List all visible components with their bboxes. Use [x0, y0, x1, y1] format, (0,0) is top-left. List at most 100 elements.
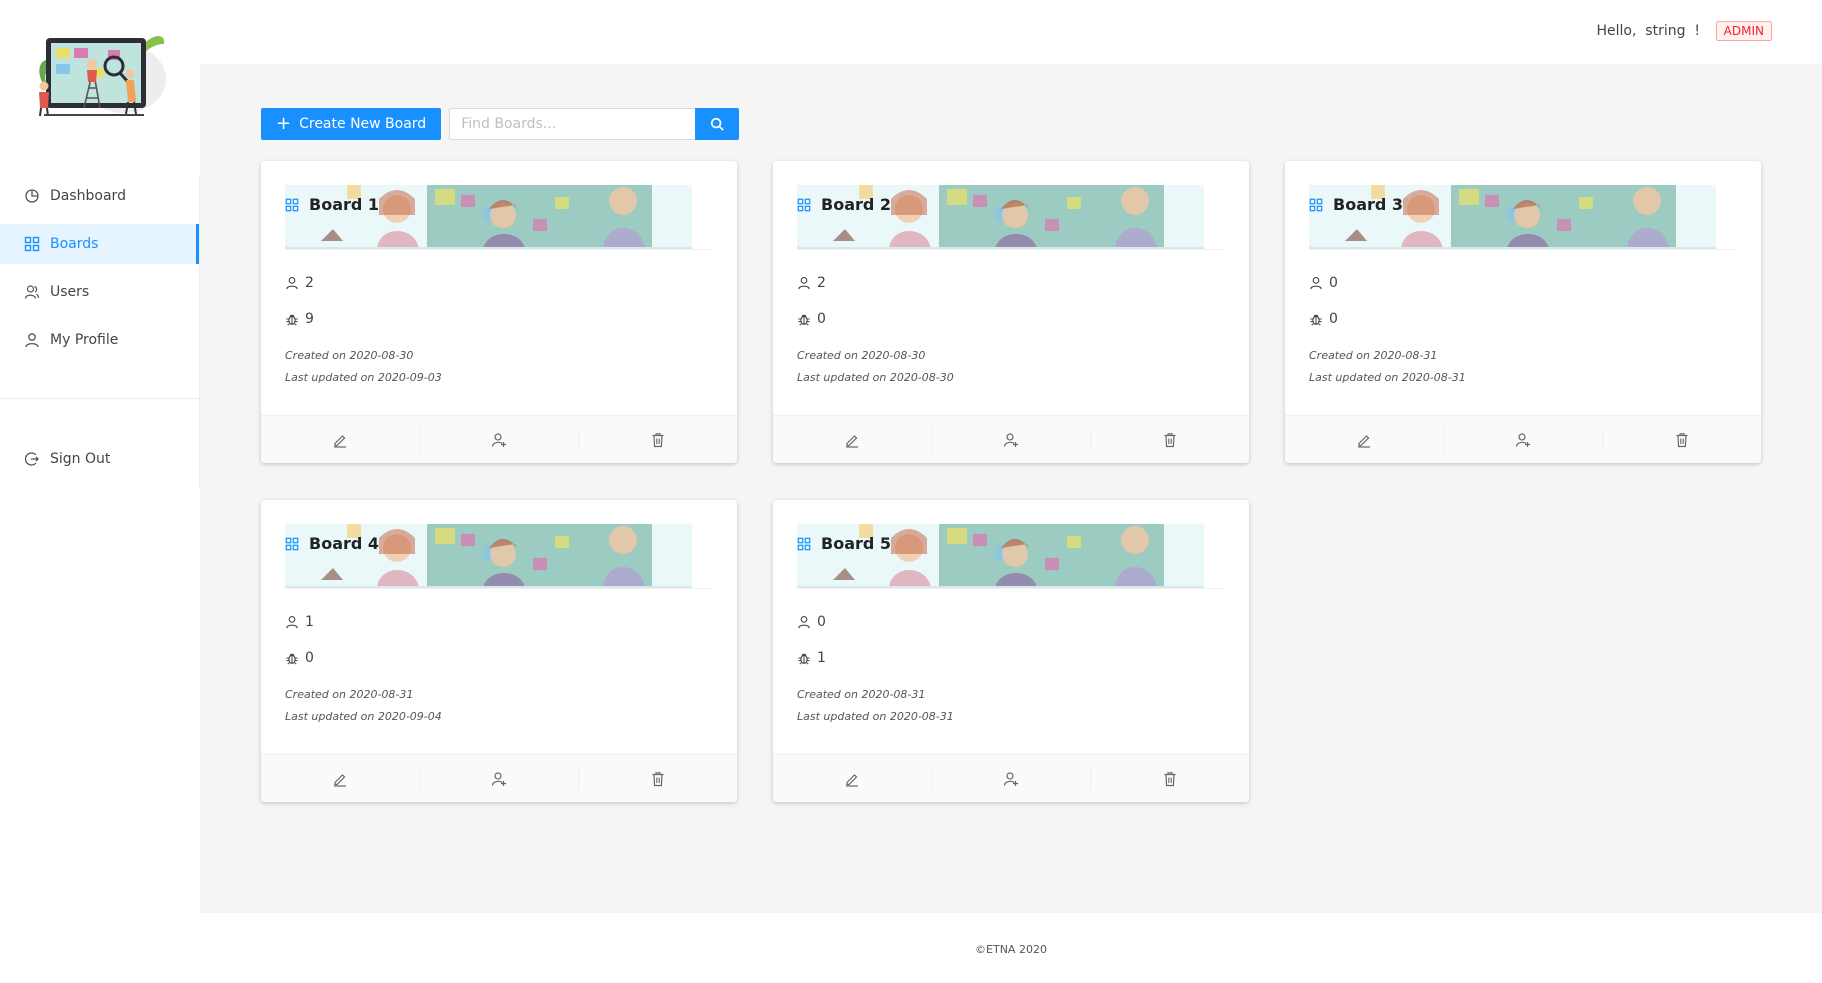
edit-icon [332, 771, 348, 787]
role-badge: ADMIN [1715, 21, 1772, 41]
bug-count: 1 [797, 650, 826, 666]
sign-out-label: Sign Out [50, 451, 111, 467]
bug-icon [285, 312, 299, 326]
bug-icon [797, 312, 811, 326]
board-title-text: Board 3 [1333, 195, 1404, 214]
manage-members-button[interactable] [931, 755, 1091, 802]
manage-members-button[interactable] [1443, 416, 1603, 463]
updated-date: Last updated on 2020-08-31 [1309, 371, 1466, 384]
bug-icon [1309, 312, 1323, 326]
member-count-value: 2 [817, 275, 826, 291]
sidebar-divider [0, 398, 199, 399]
appstore-icon [285, 537, 299, 551]
board-title: Board 3 [1309, 195, 1403, 214]
search-icon [711, 117, 724, 131]
sidebar-menu: Dashboard Boards Users My Profile Sign O… [0, 176, 200, 487]
card-actions [773, 415, 1249, 463]
delete-board-button[interactable] [578, 755, 737, 802]
card-actions [773, 754, 1249, 802]
board-title-text: Board 5 [821, 534, 892, 553]
user-add-icon [491, 771, 507, 787]
bug-count-value: 1 [817, 650, 826, 666]
board-card[interactable]: Board 3 0 0 Created on 2020-08-31 Last u… [1285, 161, 1761, 463]
board-card[interactable]: Board 2 2 0 Created on 2020-08-30 Last u… [773, 161, 1249, 463]
delete-icon [1674, 432, 1690, 448]
app-logo [24, 24, 174, 128]
edit-icon [1356, 432, 1372, 448]
edit-board-button[interactable] [773, 416, 932, 463]
user-add-icon [1003, 771, 1019, 787]
member-count: 0 [797, 614, 826, 630]
sidebar-item-my-profile[interactable]: My Profile [0, 320, 199, 360]
edit-icon [844, 432, 860, 448]
sidebar-item-label: Boards [50, 236, 99, 252]
copyright-text: ©ETNA 2020 [975, 943, 1047, 956]
card-actions [1285, 415, 1761, 463]
edit-board-button[interactable] [1285, 416, 1444, 463]
search-button[interactable] [695, 108, 740, 140]
board-card[interactable]: Board 5 0 1 Created on 2020-08-31 Last u… [773, 500, 1249, 802]
user-icon [797, 276, 811, 290]
plus-icon: + [276, 113, 292, 134]
search-input[interactable] [449, 108, 696, 140]
delete-icon [1162, 432, 1178, 448]
edit-board-button[interactable] [773, 755, 932, 802]
edit-board-button[interactable] [261, 755, 420, 802]
bug-icon [285, 651, 299, 665]
bug-count: 0 [797, 311, 826, 327]
delete-board-button[interactable] [1602, 416, 1761, 463]
updated-date: Last updated on 2020-09-03 [285, 371, 442, 384]
created-date: Created on 2020-08-30 [797, 349, 926, 362]
bug-count-value: 0 [1329, 311, 1338, 327]
manage-members-button[interactable] [419, 755, 579, 802]
bug-count: 9 [285, 311, 314, 327]
appstore-icon [285, 198, 299, 212]
sidebar-item-users[interactable]: Users [0, 272, 199, 312]
delete-board-button[interactable] [1090, 416, 1249, 463]
edit-icon [844, 771, 860, 787]
appstore-icon [797, 537, 811, 551]
board-card[interactable]: Board 1 2 9 Created on 2020-08-30 Last u… [261, 161, 737, 463]
delete-board-button[interactable] [578, 416, 737, 463]
user-greeting: Hello, string ! [1596, 23, 1700, 39]
member-count-value: 1 [305, 614, 314, 630]
sidebar-item-boards[interactable]: Boards [0, 224, 199, 264]
board-card[interactable]: Board 4 1 0 Created on 2020-08-31 Last u… [261, 500, 737, 802]
board-title: Board 1 [285, 195, 379, 214]
bug-count: 0 [285, 650, 314, 666]
pie-chart-icon [24, 188, 40, 204]
edit-board-button[interactable] [261, 416, 420, 463]
sign-out-button[interactable]: Sign Out [0, 439, 199, 479]
board-title-text: Board 2 [821, 195, 892, 214]
user-icon [285, 615, 299, 629]
appstore-icon [797, 198, 811, 212]
manage-members-button[interactable] [419, 416, 579, 463]
sidebar-item-label: My Profile [50, 332, 119, 348]
create-board-label: Create New Board [299, 116, 427, 132]
user-icon [797, 615, 811, 629]
updated-date: Last updated on 2020-09-04 [285, 710, 442, 723]
card-actions [261, 415, 737, 463]
user-icon [1309, 276, 1323, 290]
created-date: Created on 2020-08-31 [797, 688, 926, 701]
board-search [449, 108, 740, 140]
user-add-icon [491, 432, 507, 448]
created-date: Created on 2020-08-30 [285, 349, 414, 362]
manage-members-button[interactable] [931, 416, 1091, 463]
delete-board-button[interactable] [1090, 755, 1249, 802]
edit-icon [332, 432, 348, 448]
member-count-value: 0 [817, 614, 826, 630]
user-icon [24, 332, 40, 348]
member-count: 1 [285, 614, 314, 630]
page-footer: ©ETNA 2020 [200, 913, 1822, 983]
bug-count-value: 0 [817, 311, 826, 327]
member-count-value: 0 [1329, 275, 1338, 291]
sidebar-item-dashboard[interactable]: Dashboard [0, 176, 199, 216]
create-board-button[interactable]: + Create New Board [261, 108, 442, 140]
bug-count-value: 0 [305, 650, 314, 666]
user-add-icon [1003, 432, 1019, 448]
delete-icon [650, 771, 666, 787]
board-title: Board 2 [797, 195, 891, 214]
bug-icon [797, 651, 811, 665]
card-divider [797, 249, 1225, 250]
